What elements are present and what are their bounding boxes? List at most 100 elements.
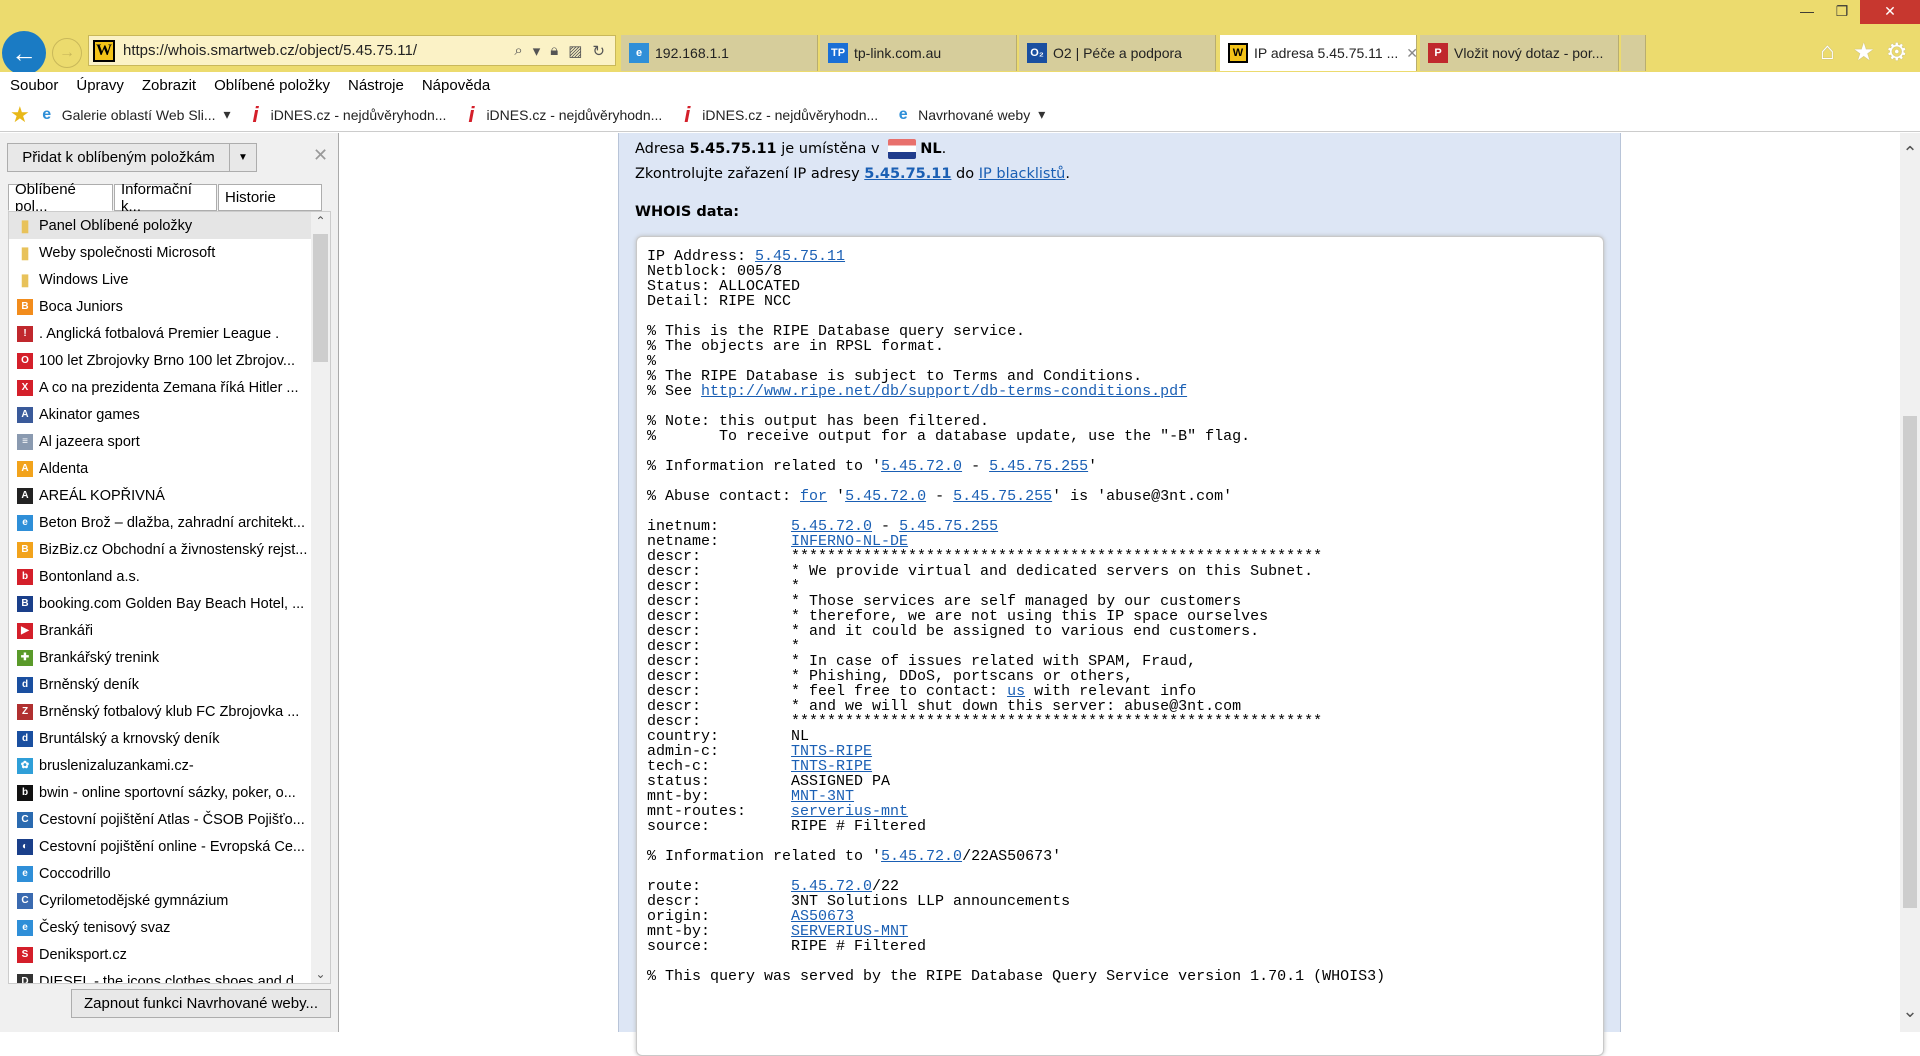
favorite-item[interactable]: A AREÁL KOPŘIVNÁ [9, 482, 311, 509]
pane-tab[interactable]: Historie [218, 184, 322, 211]
whois-text: % Abuse contact: [647, 488, 801, 505]
favorites-scrollbar[interactable]: ⌃ ⌄ [311, 212, 330, 983]
menu-1[interactable]: Úpravy [76, 77, 124, 94]
favorite-item[interactable]: O 100 let Zbrojovky Brno 100 let Zbrojov.… [9, 347, 311, 374]
favorite-item[interactable]: A Akinator games [9, 401, 311, 428]
favorite-item[interactable]: D DIESEL - the icons clothes shoes and d.… [9, 968, 311, 983]
menu-4[interactable]: Nástroje [348, 77, 404, 94]
whois-link[interactable]: for [800, 488, 827, 505]
favorite-item[interactable]: ▮ Weby společnosti Microsoft [9, 239, 311, 266]
add-favorite-star-icon[interactable]: ★ [10, 102, 30, 128]
page-scrollbar[interactable]: ⌃ ⌄ [1900, 133, 1920, 1032]
chevron-down-icon[interactable]: ▾ [224, 106, 231, 123]
favorite-item[interactable]: ▶ Brankáři [9, 617, 311, 644]
menu-2[interactable]: Zobrazit [142, 77, 196, 94]
whois-text: % To receive output for a database updat… [647, 428, 1251, 445]
favorite-item[interactable]: ✚ Brankářský trenink [9, 644, 311, 671]
browser-tab[interactable]: TP tp-link.com.au [820, 35, 1017, 71]
search-icon[interactable]: ⌕ [514, 42, 522, 59]
scroll-down-icon[interactable]: ⌄ [311, 967, 330, 981]
favorite-item[interactable]: e Coccodrillo [9, 860, 311, 887]
add-to-favorites-button[interactable]: Přidat k oblíbeným položkám ▼ [7, 143, 257, 172]
address-bar[interactable]: W https://whois.smartweb.cz/object/5.45.… [88, 35, 616, 66]
favorite-item[interactable]: C Cyrilometodějské gymnázium [9, 887, 311, 914]
lock-icon[interactable]: 🔒︎ [550, 42, 558, 59]
favorite-item[interactable]: d Bruntálský a krnovský deník [9, 725, 311, 752]
favorites-bar-item[interactable]: i iDNES.cz - nejdůvěryhodn... [247, 102, 447, 127]
web-page: Adresa 5.45.75.11 je umístěna v NL. Zkon… [340, 133, 1900, 1056]
settings-gear-icon[interactable]: ⚙ [1886, 38, 1908, 67]
favorite-item[interactable]: e Český tenisový svaz [9, 914, 311, 941]
favorite-item[interactable]: b bwin - online sportovní sázky, poker, o… [9, 779, 311, 806]
browser-tab[interactable]: P Vložit nový dotaz - por... [1420, 35, 1619, 71]
favorites-list: ▮ Panel Oblíbené položky ▮ Weby společnosti… [8, 211, 331, 984]
favorite-item[interactable]: ≡ Al jazeera sport [9, 428, 311, 455]
restore-button[interactable]: ❐ [1825, 0, 1859, 24]
whois-link[interactable]: 5.45.72.0 [881, 848, 962, 865]
whois-link[interactable]: 5.45.72.0 [881, 458, 962, 475]
back-button[interactable]: ← [2, 31, 46, 75]
refresh-icon[interactable]: ↻ [592, 42, 605, 60]
browser-tab[interactable]: W IP adresa 5.45.75.11 ... ✕ [1220, 35, 1417, 71]
favorite-item[interactable]: ▮ Windows Live [9, 266, 311, 293]
whois-link[interactable]: 5.45.72.0 [845, 488, 926, 505]
favorite-item[interactable]: Z Brněnský fotbalový klub FC Zbrojovka ..… [9, 698, 311, 725]
favorite-item[interactable]: ◐ Cestovní pojištění online - Evropská Ce… [9, 833, 311, 860]
favorite-item[interactable]: d Brněnský deník [9, 671, 311, 698]
whois-link[interactable]: 5.45.75.255 [899, 518, 998, 535]
scroll-down-icon[interactable]: ⌄ [1900, 1001, 1920, 1022]
add-to-favorites-label[interactable]: Přidat k oblíbeným položkám [8, 144, 230, 171]
browser-tab[interactable]: e 192.168.1.1 [621, 35, 818, 71]
favorite-item[interactable]: B BizBiz.cz Obchodní a živnostenský rejst… [9, 536, 311, 563]
menu-3[interactable]: Oblíbené položky [214, 77, 330, 94]
ip-link[interactable]: 5.45.75.11 [864, 166, 951, 182]
home-icon[interactable]: ⌂ [1820, 38, 1835, 66]
close-tab-icon[interactable]: ✕ [1406, 45, 1416, 62]
favorite-item[interactable]: C Cestovní pojištění Atlas - ČSOB Pojišťo… [9, 806, 311, 833]
site-favicon-icon: e [17, 865, 33, 882]
browser-tab[interactable]: O₂ O2 | Péče a podpora [1019, 35, 1216, 71]
favorite-label: BizBiz.cz Obchodní a živnostenský rejst.… [39, 541, 308, 558]
favorite-item[interactable]: Bbooking.com Golden Bay Beach Hotel, ... [9, 590, 311, 617]
forward-button[interactable]: → [52, 38, 82, 68]
scroll-thumb[interactable] [313, 234, 328, 362]
favorite-item[interactable]: A Aldenta [9, 455, 311, 482]
close-pane-icon[interactable]: ✕ [313, 145, 328, 166]
close-window-button[interactable]: ✕ [1860, 0, 1920, 24]
whois-link[interactable]: 5.45.75.255 [989, 458, 1088, 475]
pane-tab[interactable]: Informační k... [114, 181, 217, 215]
blacklist-link[interactable]: IP blacklistů [979, 166, 1066, 182]
site-favicon-icon: ▶ [17, 622, 33, 639]
scroll-up-icon[interactable]: ⌃ [311, 214, 330, 228]
url-input[interactable]: https://whois.smartweb.cz/object/5.45.75… [123, 42, 514, 59]
scroll-thumb[interactable] [1903, 416, 1917, 908]
favorite-item[interactable]: ▮ Panel Oblíbené položky [9, 212, 311, 239]
minimize-button[interactable]: — [1790, 0, 1824, 24]
menu-5[interactable]: Nápověda [422, 77, 490, 94]
favorites-bar-item[interactable]: e Galerie oblastí Web Sli... ▾ [38, 106, 231, 124]
favorite-item[interactable]: X A co na prezidenta Zemana říká Hitler .… [9, 374, 311, 401]
compat-icon[interactable]: ▨ [568, 42, 582, 60]
favorites-star-icon[interactable]: ★ [1853, 38, 1875, 67]
dropdown-icon[interactable]: ▾ [533, 42, 541, 60]
favorite-item[interactable]: B Boca Juniors [9, 293, 311, 320]
suggested-sites-button[interactable]: Zapnout funkci Navrhované weby... [71, 989, 331, 1018]
new-tab-button[interactable] [1621, 35, 1646, 71]
scroll-up-icon[interactable]: ⌃ [1900, 143, 1920, 164]
chevron-down-icon[interactable]: ▾ [1038, 106, 1045, 123]
whois-link[interactable]: http://www.ripe.net/db/support/db-terms-… [701, 383, 1187, 400]
favorite-item[interactable]: ! . Anglická fotbalová Premier League . [9, 320, 311, 347]
favorites-bar-item[interactable]: i iDNES.cz - nejdůvěryhodn... [678, 102, 878, 127]
pane-tab[interactable]: Oblíbené pol... [8, 181, 113, 215]
favorite-item[interactable]: b Bontonland a.s. [9, 563, 311, 590]
whois-line: % To receive output for a database updat… [647, 429, 1593, 444]
favorites-bar-item[interactable]: i iDNES.cz - nejdůvěryhodn... [462, 102, 662, 127]
menu-0[interactable]: Soubor [10, 77, 58, 94]
favorite-item[interactable]: S Deniksport.cz [9, 941, 311, 968]
whois-line: % This query was served by the RIPE Data… [647, 969, 1593, 984]
favorite-item[interactable]: e Beton Brož – dlažba, zahradní architekt… [9, 509, 311, 536]
chevron-down-icon[interactable]: ▼ [230, 144, 256, 171]
favorites-bar-item[interactable]: e Navrhované weby ▾ [894, 106, 1046, 124]
whois-link[interactable]: 5.45.75.255 [953, 488, 1052, 505]
favorite-item[interactable]: ✿ bruslenizaluzankami.cz- [9, 752, 311, 779]
